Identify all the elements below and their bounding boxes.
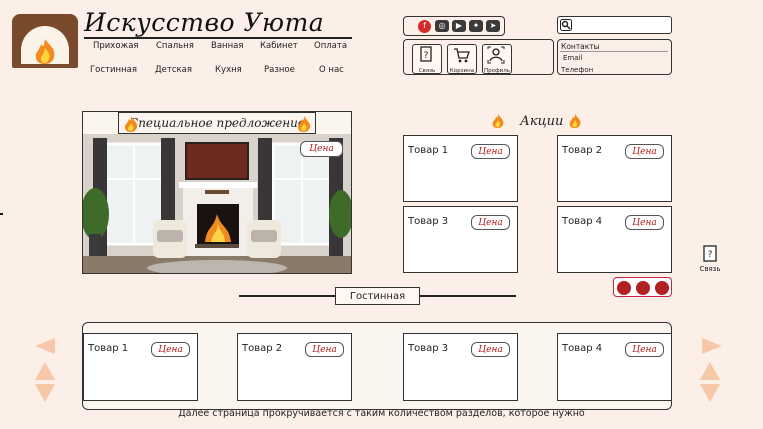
svg-text:?: ? — [708, 250, 713, 260]
fire-icon — [125, 116, 138, 132]
scroll-arrows-right[interactable] — [700, 362, 720, 402]
cart-label: Корзина — [449, 68, 475, 74]
carousel-dot[interactable] — [655, 281, 669, 295]
arrow-left-icon[interactable] — [35, 338, 57, 354]
promo-card[interactable]: Товар 3 Цена — [403, 206, 518, 273]
fire-icon — [35, 39, 55, 64]
product-card[interactable]: Товар 1 Цена — [83, 333, 198, 401]
contacts-divider — [560, 51, 668, 52]
carousel-dots — [613, 277, 672, 297]
scroll-arrows-left[interactable] — [35, 362, 55, 402]
edge-marker — [0, 213, 3, 215]
product-name: Товар 1 — [408, 145, 449, 156]
special-offer-price[interactable]: Цена — [300, 141, 343, 157]
search-icon — [560, 19, 572, 31]
nav-item-kitchen[interactable]: Кухня — [215, 65, 242, 75]
special-offer-title-text: Специальное предложение — [129, 116, 305, 130]
product-name: Товар 4 — [562, 343, 603, 354]
search-box[interactable] — [557, 16, 672, 34]
product-price[interactable]: Цена — [151, 342, 190, 357]
nav-item-bathroom[interactable]: Ванная — [211, 41, 243, 51]
twitter-icon[interactable]: ✦ — [469, 20, 483, 32]
fire-icon — [569, 113, 581, 129]
product-card[interactable]: Товар 2 Цена — [237, 333, 352, 401]
nav-item-about[interactable]: О нас — [319, 65, 344, 75]
telegram-icon[interactable]: ➤ — [486, 20, 500, 32]
product-name: Товар 1 — [88, 343, 129, 354]
nav-item-study[interactable]: Кабинет — [260, 41, 298, 51]
floating-contact-label: Связь — [699, 265, 721, 273]
profile-button[interactable]: Профиль — [482, 44, 512, 74]
section-title[interactable]: Гостинная — [335, 287, 420, 305]
scroll-note: Далее страница прокручивается с таким ко… — [178, 408, 585, 419]
product-price[interactable]: Цена — [471, 342, 510, 357]
youtube-icon[interactable]: ▶ — [452, 20, 466, 32]
product-name: Товар 2 — [562, 145, 603, 156]
fireplace-logo[interactable] — [12, 14, 78, 68]
promo-card[interactable]: Товар 4 Цена — [557, 206, 672, 273]
product-price[interactable]: Цена — [471, 144, 510, 159]
svg-text:?: ? — [424, 51, 429, 61]
fire-icon — [492, 113, 504, 129]
section-divider-right — [420, 295, 516, 297]
help-icon: ? — [420, 46, 432, 62]
help-icon: ? — [703, 245, 717, 262]
product-name: Товар 2 — [242, 343, 283, 354]
title-underline — [84, 37, 352, 39]
product-price[interactable]: Цена — [625, 215, 664, 230]
contact-label: Связь — [418, 68, 436, 74]
product-name: Товар 3 — [408, 216, 449, 227]
contact-button[interactable]: ? Связь — [412, 44, 442, 74]
product-name: Товар 3 — [408, 343, 449, 354]
cart-button[interactable]: Корзина — [447, 44, 477, 74]
product-name: Товар 4 — [562, 216, 603, 227]
nav-item-bedroom[interactable]: Спальня — [156, 41, 194, 51]
header-action-box: ? Связь Корзина Профиль — [403, 39, 554, 75]
nav-item-misc[interactable]: Разное — [264, 65, 295, 75]
instagram-icon[interactable]: ◎ — [435, 20, 449, 32]
product-card[interactable]: Товар 3 Цена — [403, 333, 518, 401]
cart-icon — [454, 48, 470, 63]
profile-icon — [487, 46, 505, 64]
section-divider-left — [239, 295, 335, 297]
profile-label: Профиль — [483, 68, 511, 74]
product-price[interactable]: Цена — [471, 215, 510, 230]
product-price[interactable]: Цена — [305, 342, 344, 357]
contacts-email[interactable]: Email — [563, 54, 582, 62]
nav-item-hallway[interactable]: Прихожая — [93, 41, 139, 51]
arrow-right-icon[interactable] — [700, 338, 722, 354]
promo-card[interactable]: Товар 1 Цена — [403, 135, 518, 202]
social-bar: f ◎ ▶ ✦ ➤ — [403, 16, 505, 36]
nav-item-payment[interactable]: Оплата — [314, 41, 347, 51]
promo-title: Акции — [520, 114, 564, 129]
fire-icon — [298, 116, 311, 132]
site-title[interactable]: Искусство Уюта — [84, 8, 324, 37]
nav-item-living-room[interactable]: Гостинная — [90, 65, 137, 75]
contacts-title: Контакты — [561, 42, 600, 51]
product-price[interactable]: Цена — [625, 342, 664, 357]
social-red-icon[interactable]: f — [418, 20, 431, 33]
promo-card[interactable]: Товар 2 Цена — [557, 135, 672, 202]
carousel-dot[interactable] — [636, 281, 650, 295]
special-offer-title: Специальное предложение — [118, 112, 316, 134]
contacts-panel: Контакты Email Телефон — [557, 39, 672, 75]
product-price[interactable]: Цена — [625, 144, 664, 159]
product-card[interactable]: Товар 4 Цена — [557, 333, 672, 401]
carousel-dot[interactable] — [617, 281, 631, 295]
contacts-phone[interactable]: Телефон — [561, 66, 593, 74]
nav-item-kids-room[interactable]: Детская — [155, 65, 192, 75]
floating-contact-button[interactable]: ? Связь — [697, 245, 723, 273]
